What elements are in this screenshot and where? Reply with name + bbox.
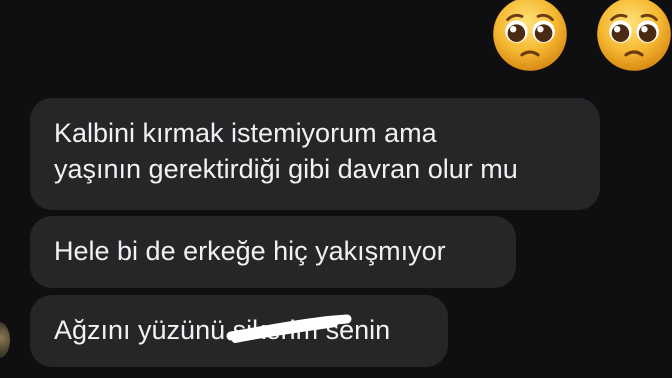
message-text-line: Hele bi de erkeğe hiç yakışmıyor <box>54 236 446 266</box>
message-text-line: Kalbini kırmak istemiyorum ama <box>54 118 437 148</box>
pleading-face-icon <box>484 0 576 74</box>
avatar[interactable] <box>0 322 10 358</box>
message-bubble[interactable]: Ağzını yüzünü sikerim senin <box>30 295 448 367</box>
message-text-line: Ağzını yüzünü sikerim senin <box>54 312 426 348</box>
message-text-line: yaşının gerektirdiği gibi davran olur mu <box>54 154 518 184</box>
message-bubble[interactable]: Kalbini kırmak istemiyorum ama yaşının g… <box>30 98 600 210</box>
message-bubble[interactable]: Hele bi de erkeğe hiç yakışmıyor <box>30 216 516 288</box>
pleading-face-icon <box>588 0 672 74</box>
message-text-suffix: senin <box>318 315 391 345</box>
message-text-prefix: Ağzını yüzünü <box>54 315 233 345</box>
redacted-word: sikerim <box>232 315 319 345</box>
